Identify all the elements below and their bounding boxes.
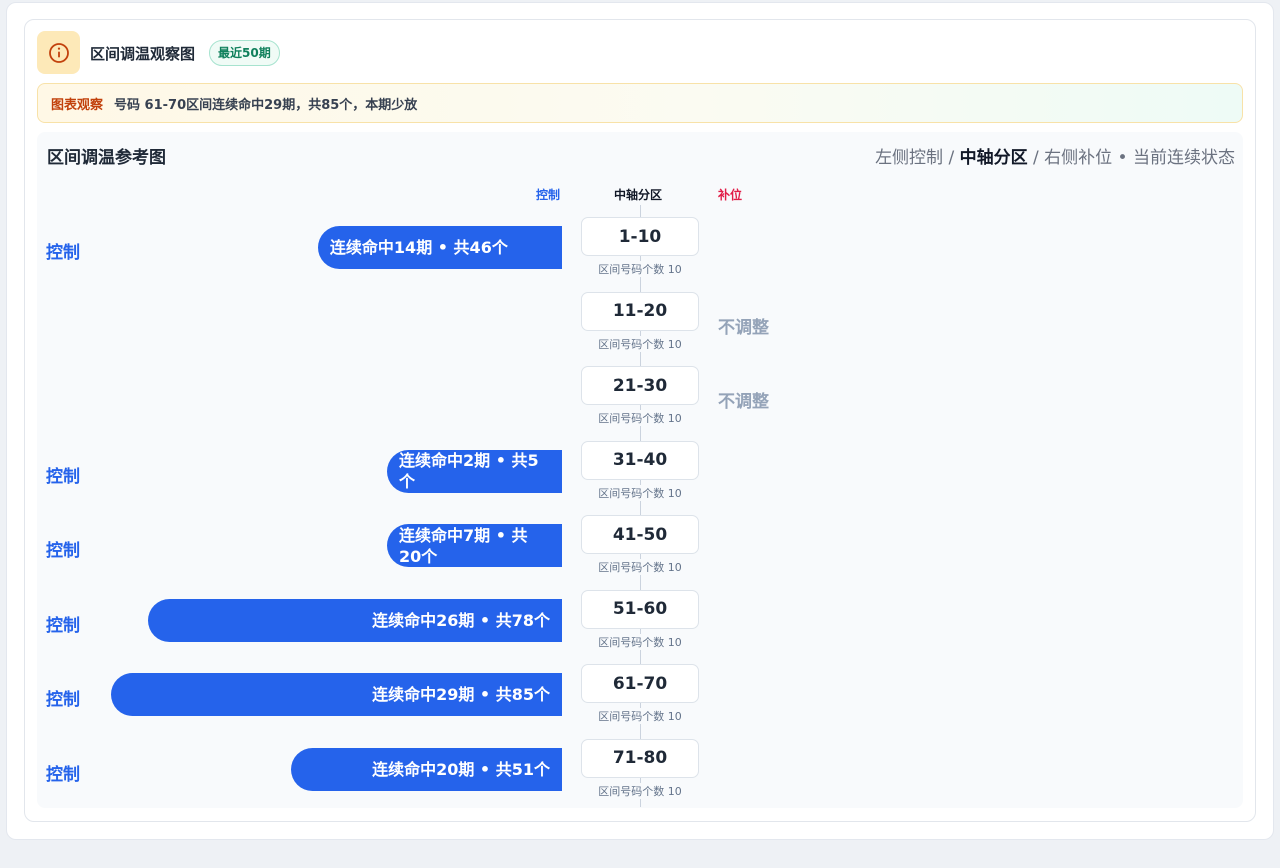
row-side-label: 控制	[46, 615, 80, 636]
range-label: 21-30	[612, 375, 668, 396]
range-box: 11-20	[581, 291, 699, 331]
bar-label: 连续命中20期 • 共51个	[372, 759, 550, 779]
bar-label: 连续命中2期 • 共5个	[399, 451, 539, 491]
legend-sep-2: /	[1027, 148, 1045, 168]
status-label: 不调整	[718, 392, 769, 412]
range-box: 41-50	[581, 515, 699, 554]
range-label: 51-60	[612, 599, 668, 619]
chart-row: 控制 连续命中26期 • 共78个 51-60 区间号码个数 10	[0, 589, 1280, 673]
chart-title: 区间调温参考图	[47, 148, 166, 168]
chart-row: 控制 连续命中29期 • 共85个 61-70 区间号码个数 10	[0, 664, 1280, 747]
range-box: 71-80	[581, 738, 699, 778]
control-bar: 连续命中26期 • 共78个	[148, 598, 562, 642]
chart-row: 21-30 区间号码个数 10 不调整	[0, 366, 1280, 449]
chart-row: 控制 连续命中14期 • 共46个 1-10 区间号码个数 10	[0, 217, 1280, 300]
range-label: 71-80	[612, 748, 668, 768]
observation-bar: 图表观察 号码 61-70区间连续命中29期，共85个，本期少放	[37, 83, 1243, 123]
control-bar: 连续命中14期 • 共46个	[317, 226, 562, 269]
range-count-label: 区间号码个数 10	[575, 633, 705, 650]
chart-row: 控制 连续命中20期 • 共51个 71-80 区间号码个数 10	[0, 738, 1280, 822]
range-count-label: 区间号码个数 10	[575, 484, 705, 501]
control-bar: 连续命中20期 • 共51个	[291, 747, 562, 791]
row-side-label: 控制	[46, 764, 80, 785]
legend-middle: 中轴分区	[959, 148, 1028, 168]
range-label: 31-40	[612, 450, 668, 470]
period-badge: 最近50期	[209, 40, 280, 66]
range-count-label: 区间号码个数 10	[575, 335, 705, 352]
legend-right: 右侧补位	[1044, 148, 1113, 168]
bar-label: 连续命中14期 • 共46个	[329, 238, 508, 257]
chart-row: 控制 连续命中7期 • 共20个 41-50 区间号码个数 10	[0, 515, 1280, 598]
chart-legend: 左侧控制 / 中轴分区 / 右侧补位 • 当前连续状态	[875, 143, 1235, 168]
row-side-label: 控制	[46, 466, 80, 487]
range-box: 21-30	[581, 366, 699, 405]
row-side-label: 控制	[46, 243, 80, 263]
info-badge	[37, 31, 80, 74]
observation-tag: 图表观察	[51, 97, 104, 113]
chart-row: 控制 连续命中2期 • 共5个 31-40 区间号码个数 10	[0, 440, 1280, 524]
range-label: 61-70	[612, 673, 668, 694]
column-head-supplement: 补位	[718, 188, 743, 202]
control-bar: 连续命中2期 • 共5个	[387, 449, 562, 493]
range-count-label: 区间号码个数 10	[575, 708, 705, 724]
control-bar: 连续命中29期 • 共85个	[111, 673, 562, 716]
legend-sep-1: /	[943, 148, 960, 168]
bar-label: 连续命中7期 • 共20个	[399, 525, 528, 566]
column-head-control: 控制	[536, 188, 561, 202]
range-box: 31-40	[581, 440, 699, 480]
info-circle-icon	[48, 42, 69, 63]
legend-status: 当前连续状态	[1133, 148, 1235, 168]
card-title: 区间调温观察图	[90, 45, 196, 63]
range-box: 61-70	[581, 664, 699, 703]
row-side-label: 控制	[46, 541, 80, 561]
column-head-axis: 中轴分区	[614, 188, 663, 202]
chart-row: 11-20 区间号码个数 10 不调整	[0, 291, 1280, 375]
range-box: 51-60	[581, 589, 699, 629]
bar-label: 连续命中26期 • 共78个	[372, 610, 550, 630]
legend-left: 左侧控制	[875, 148, 944, 168]
observation-text: 号码 61-70区间连续命中29期，共85个，本期少放	[114, 97, 418, 113]
range-count-label: 区间号码个数 10	[575, 261, 705, 277]
range-count-label: 区间号码个数 10	[575, 782, 705, 799]
range-count-label: 区间号码个数 10	[575, 410, 705, 426]
range-label: 11-20	[612, 301, 668, 321]
bar-label: 连续命中29期 • 共85个	[372, 685, 550, 704]
range-box: 1-10	[581, 217, 699, 256]
range-label: 1-10	[618, 226, 662, 247]
row-side-label: 控制	[46, 690, 80, 710]
legend-dot: •	[1112, 148, 1133, 168]
range-label: 41-50	[612, 524, 668, 545]
status-label: 不调整	[718, 317, 769, 338]
range-count-label: 区间号码个数 10	[575, 559, 705, 575]
control-bar: 连续命中7期 • 共20个	[387, 524, 562, 567]
